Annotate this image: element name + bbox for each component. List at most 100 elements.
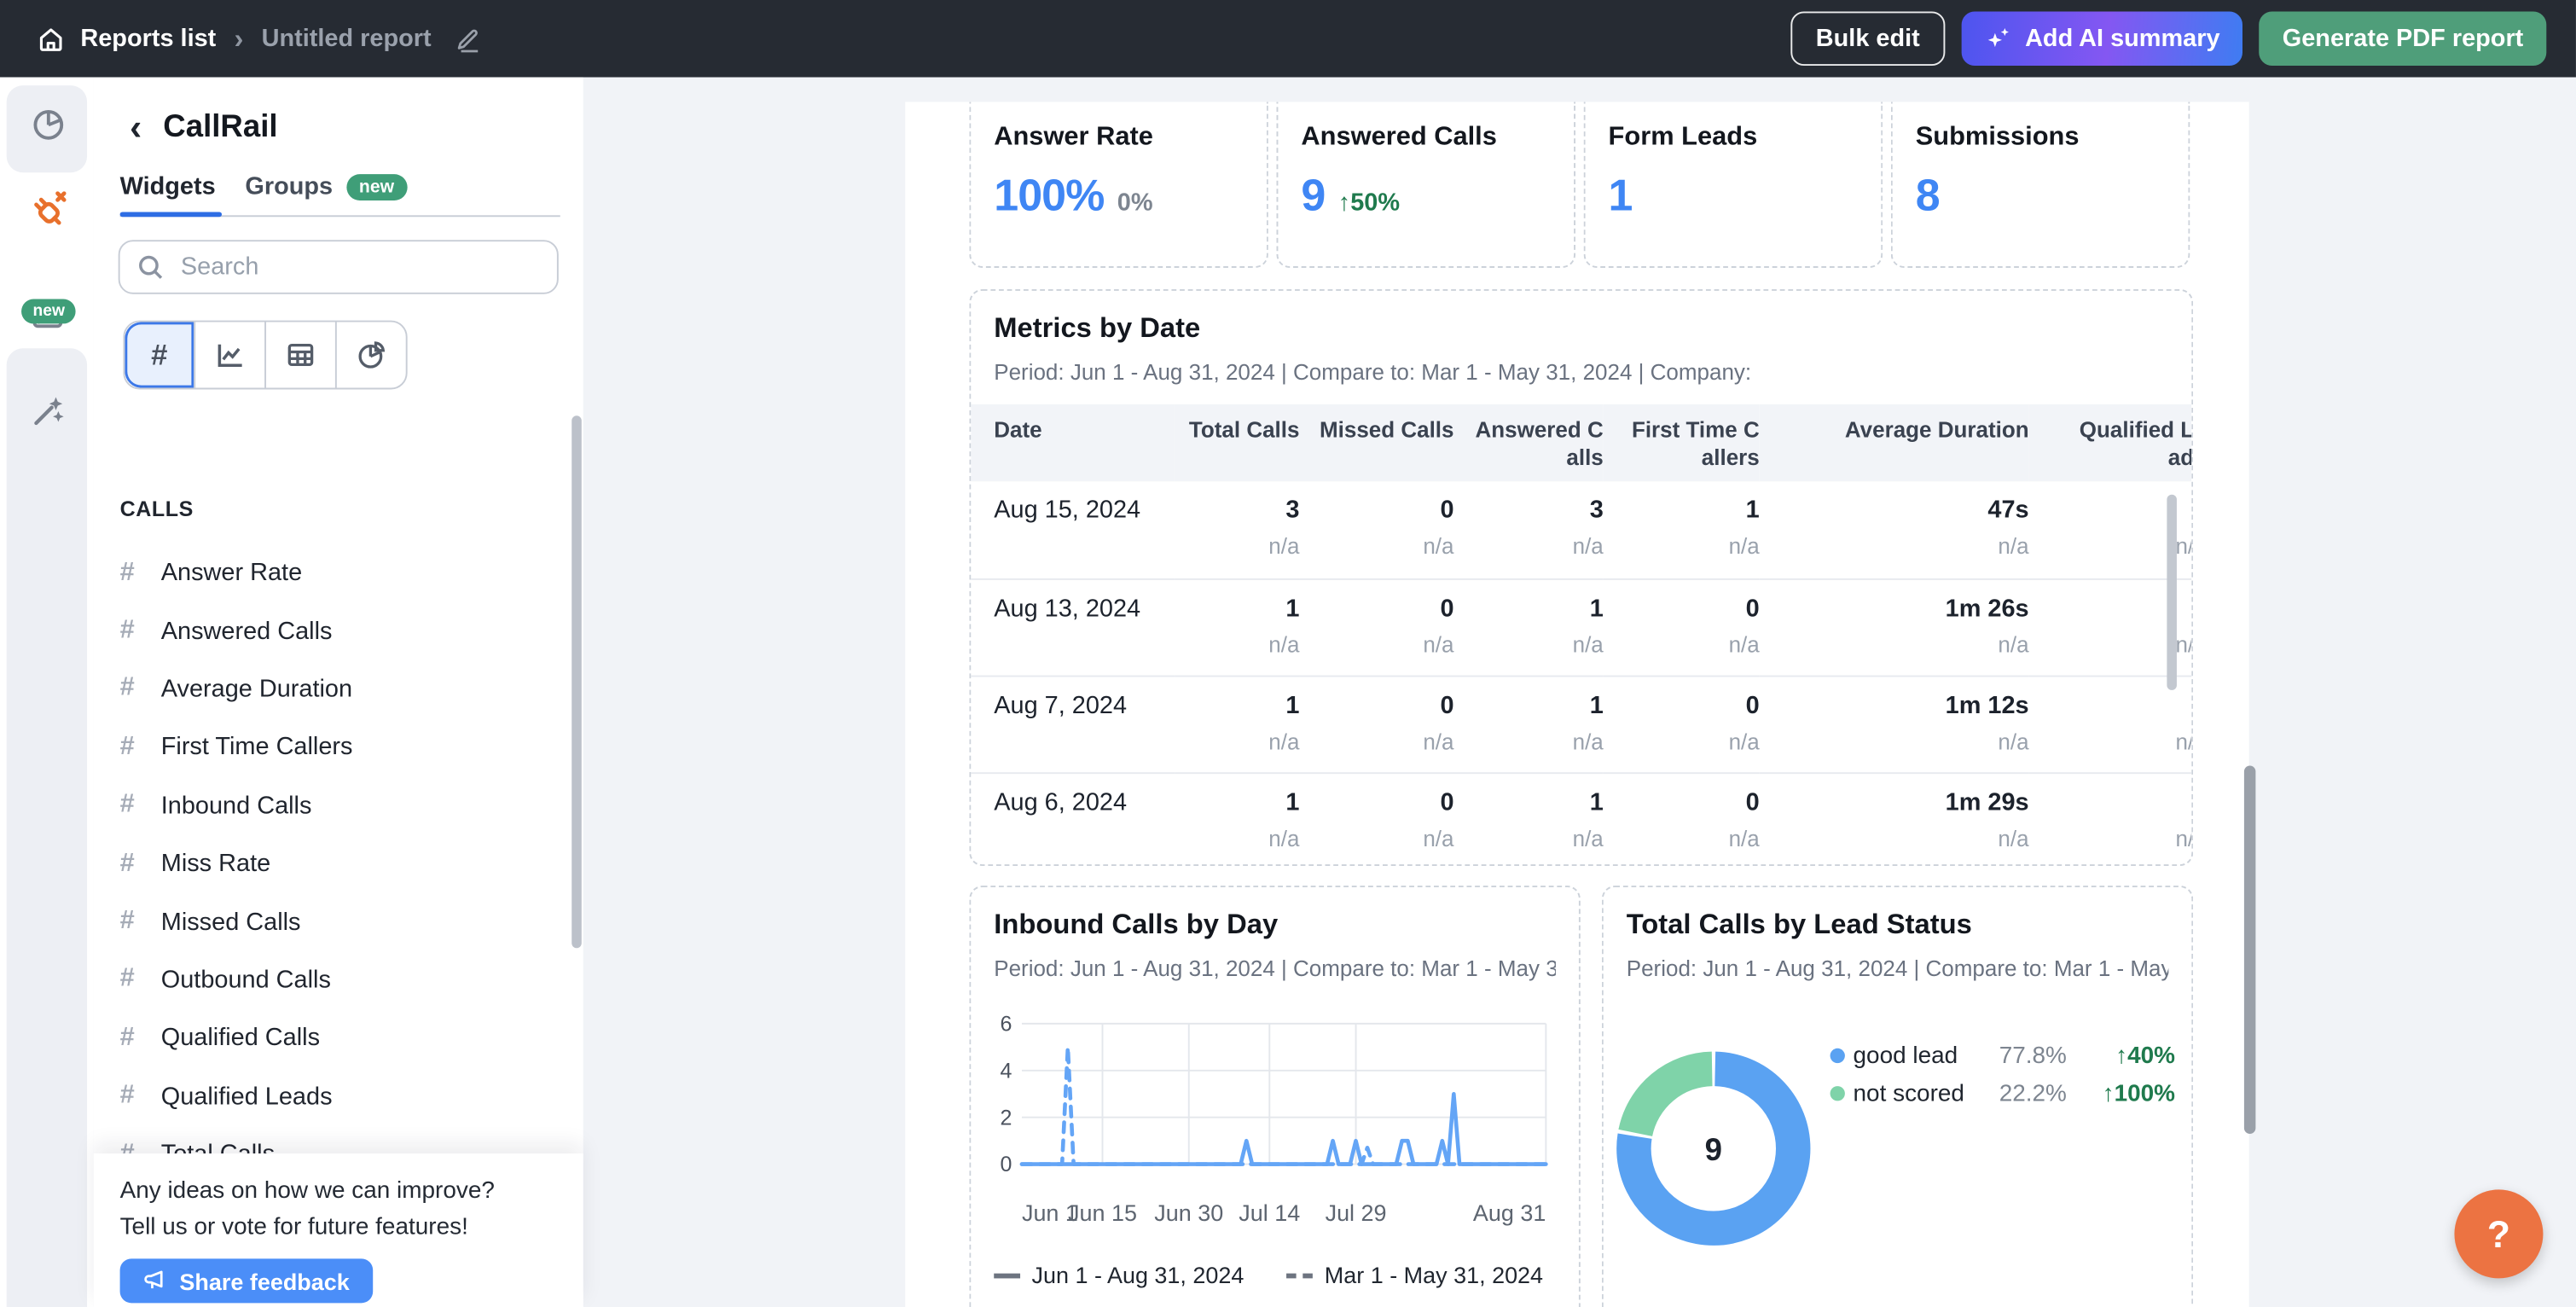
svg-text:Jun 15: Jun 15 (1068, 1200, 1137, 1226)
number-widget-icon: # (120, 965, 143, 995)
number-widget-icon: # (120, 733, 143, 763)
integrations-plug-icon[interactable] (24, 187, 70, 241)
widget-list-item-label: Qualified Leads (161, 1083, 333, 1111)
table-row: Aug 7, 20241n/a0n/a1n/a0n/a1m 12sn/a0n/a (971, 676, 2191, 773)
legend-item: Mar 1 - May 31, 2024 (1286, 1262, 1543, 1288)
table-cell: 0n/a (1604, 578, 1760, 676)
legend-percent: 77.8% (1964, 1043, 2066, 1069)
widget-list-item[interactable]: # Outbound Calls (120, 951, 539, 1009)
help-button[interactable]: ? (2454, 1189, 2543, 1278)
widget-list-item-label: Inbound Calls (161, 792, 312, 820)
table-cell: 1n/a (1175, 772, 1299, 866)
widget-type-line-chart[interactable] (194, 322, 264, 387)
charts-row: Inbound Calls by Day Period: Jun 1 - Aug… (969, 886, 2193, 1307)
widget-list-item[interactable]: # Answer Rate (120, 544, 539, 602)
tab-groups[interactable]: Groups (245, 172, 333, 200)
legend-percent: 22.2% (1964, 1080, 2066, 1107)
chevron-right-icon: › (234, 22, 243, 55)
breadcrumb: Reports list › Untitled report (36, 22, 480, 55)
metrics-by-date-widget[interactable]: Metrics by Date Period: Jun 1 - Aug 31, … (969, 289, 2193, 866)
charts-rail-icon[interactable] (27, 104, 67, 152)
table-column-header: Answered Calls (1454, 404, 1604, 482)
total-calls-by-lead-status-widget[interactable]: Total Calls by Lead Status Period: Jun 1… (1602, 886, 2193, 1307)
table-cell: 1n/a (1454, 676, 1604, 773)
widget-list-item-label: First Time Callers (161, 734, 353, 762)
table-cell: 1n/a (1175, 578, 1299, 676)
line-chart-legend: Jun 1 - Aug 31, 2024 Mar 1 - May 31, 2024 (994, 1262, 1556, 1288)
kpi-card[interactable]: Answer Rate100%0% (969, 102, 1268, 268)
table-scrollbar-thumb[interactable] (2167, 495, 2177, 690)
kpi-card[interactable]: Submissions 8 (1891, 102, 2190, 268)
widget-type-pie-chart[interactable] (335, 322, 406, 387)
kpi-card[interactable]: Form Leads1 (1584, 102, 1883, 268)
widget-list-item-label: Average Duration (161, 676, 352, 704)
widget-list-item-label: Answer Rate (161, 559, 302, 587)
widget-type-table[interactable] (264, 322, 335, 387)
sidebar-scrollbar-thumb[interactable] (571, 415, 582, 948)
donut-legend: good lead77.8%↑40%not scored22.2%↑100% (1830, 1037, 2175, 1112)
metrics-table-scroll-area[interactable]: DateTotal CallsMissed CallsAnswered Call… (971, 404, 2191, 866)
line-chart: 0246Jun 1Jun 15Jun 30Jul 14Jul 29Aug 31 (994, 1008, 1559, 1240)
bulk-edit-button[interactable]: Bulk edit (1791, 11, 1945, 66)
donut-chart-period: Period: Jun 1 - Aug 31, 2024 | Compare t… (1627, 956, 2169, 981)
number-widget-icon: # (120, 1082, 143, 1112)
svg-text:6: 6 (1000, 1013, 1012, 1037)
legend-item: Jun 1 - Aug 31, 2024 (994, 1262, 1244, 1288)
generate-pdf-button[interactable]: Generate PDF report (2260, 11, 2547, 66)
widget-type-number[interactable]: # (125, 322, 194, 387)
metrics-table-header: DateTotal CallsMissed CallsAnswered Call… (971, 404, 2191, 482)
kpi-card[interactable]: Answered Calls9↑50% (1277, 102, 1576, 268)
tab-widgets[interactable]: Widgets (120, 172, 216, 200)
share-feedback-button[interactable]: Share feedback (120, 1258, 374, 1303)
donut-legend-row: not scored22.2%↑100% (1830, 1075, 2175, 1112)
kpi-value: 8 (1916, 171, 1940, 222)
svg-text:4: 4 (1000, 1059, 1012, 1083)
inbound-calls-by-day-widget[interactable]: Inbound Calls by Day Period: Jun 1 - Aug… (969, 886, 1580, 1307)
svg-text:2: 2 (1000, 1106, 1012, 1130)
widget-list-item-label: Outbound Calls (161, 966, 331, 994)
widget-list-item[interactable]: #Average Duration (120, 660, 539, 718)
table-cell: 0n/a (1299, 772, 1453, 866)
donut-center-value: 9 (1705, 1132, 1722, 1167)
number-widget-icon: # (120, 558, 143, 588)
line-chart-title: Inbound Calls by Day (994, 909, 1556, 942)
legend-change: ↑40% (2067, 1043, 2175, 1069)
widget-list-item[interactable]: # Qualified Leads (120, 1067, 539, 1125)
table-column-header: Missed Calls (1299, 404, 1453, 482)
table-cell: 47sn/a (1760, 481, 2029, 578)
table-cell-date: Aug 15, 2024 (971, 481, 1175, 578)
search-input[interactable] (177, 252, 541, 283)
edit-report-name-icon[interactable] (453, 25, 481, 53)
kpi-title: Answer Rate (994, 123, 1244, 153)
legend-label: Jun 1 - Aug 31, 2024 (1032, 1262, 1244, 1288)
search-box (119, 240, 559, 294)
back-chevron-icon[interactable]: ‹ (130, 112, 142, 145)
page-scrollbar-thumb[interactable] (2244, 766, 2255, 1134)
table-cell: 0n/a (2029, 772, 2192, 866)
kpi-title: Submissions (1916, 123, 2166, 153)
widget-list-item[interactable]: #Missed Calls (120, 892, 539, 950)
svg-text:Aug 31: Aug 31 (1473, 1200, 1546, 1226)
table-column-header: First Time Callers (1604, 404, 1760, 482)
add-ai-summary-button[interactable]: Add AI summary (1961, 11, 2243, 66)
widget-list-item[interactable]: #Miss Rate (120, 834, 539, 892)
widget-list-item[interactable]: #Qualified Calls (120, 1009, 539, 1067)
line-chart-period: Period: Jun 1 - Aug 31, 2024 | Compare t… (994, 956, 1556, 981)
widget-list-item[interactable]: # First Time Callers (120, 718, 539, 776)
topbar-actions: Bulk edit Add AI summary Generate PDF re… (1791, 11, 2546, 66)
metrics-table: DateTotal CallsMissed CallsAnswered Call… (971, 404, 2191, 866)
widget-list-item[interactable]: #Inbound Calls (120, 776, 539, 834)
table-column-header: Average Duration (1760, 404, 2029, 482)
kpi-value: 9 (1301, 171, 1325, 222)
home-icon[interactable] (36, 24, 66, 54)
table-cell: 1m 29sn/a (1760, 772, 2029, 866)
breadcrumb-reports-list[interactable]: Reports list (80, 25, 216, 53)
dashed-line-swatch (1286, 1273, 1313, 1278)
table-column-header: Date (971, 404, 1175, 482)
magic-wand-icon[interactable] (27, 392, 67, 439)
kpi-value: 100% (994, 171, 1104, 222)
left-icon-rail: new (0, 78, 94, 1307)
legend-label: Mar 1 - May 31, 2024 (1325, 1262, 1543, 1288)
widget-type-toggle: # (123, 321, 407, 390)
widget-list-item[interactable]: #Answered Calls (120, 602, 539, 660)
